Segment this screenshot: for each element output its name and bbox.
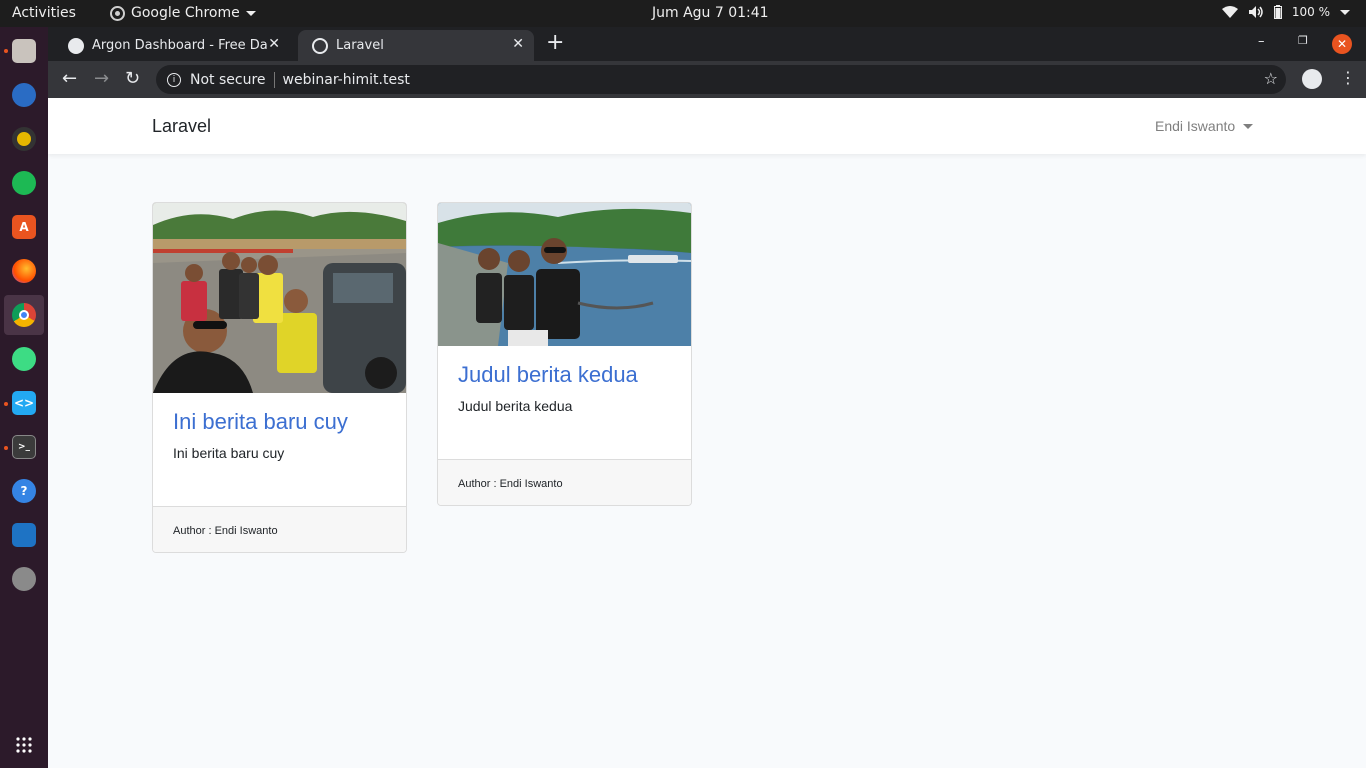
wifi-icon	[1221, 5, 1238, 18]
dock-files[interactable]	[4, 31, 44, 71]
user-dropdown[interactable]: Endi Iswanto	[1155, 118, 1254, 134]
vscode-icon: <>	[12, 391, 36, 415]
dock-rhythmbox[interactable]	[4, 119, 44, 159]
navbar-brand[interactable]: Laravel	[152, 116, 211, 137]
app-grid-icon	[16, 737, 32, 753]
card-title[interactable]: Judul berita kedua	[458, 362, 671, 388]
card-footer: Author : Endi Iswanto	[438, 459, 691, 505]
back-button[interactable]: ←	[62, 68, 77, 89]
info-icon[interactable]: i	[167, 72, 181, 87]
address-bar[interactable]: i Not secure webinar-himit.test ☆	[156, 65, 1286, 94]
news-image[interactable]	[438, 203, 691, 346]
clock[interactable]: Jum Agu 7 01:41	[652, 5, 769, 21]
app-menu[interactable]: Google Chrome	[110, 5, 256, 21]
card-author: Author : Endi Iswanto	[173, 524, 278, 537]
browser-toolbar: ← → ↻ i Not secure webinar-himit.test ☆ …	[48, 61, 1366, 98]
activities-button[interactable]: Activities	[12, 5, 76, 21]
tab-argon-dashboard[interactable]: Argon Dashboard - Free Dash ✕	[54, 30, 290, 61]
dock-firefox[interactable]	[4, 251, 44, 291]
window-close-button[interactable]: ✕	[1332, 34, 1352, 54]
dock-show-apps[interactable]	[4, 725, 44, 765]
security-label[interactable]: Not secure	[190, 72, 266, 88]
card-title[interactable]: Ini berita baru cuy	[173, 409, 386, 435]
spotify-icon	[12, 171, 36, 195]
chrome-icon	[110, 5, 125, 21]
url-text[interactable]: webinar-himit.test	[283, 72, 410, 88]
forward-button[interactable]: →	[94, 68, 109, 89]
card-footer: Author : Endi Iswanto	[153, 506, 406, 552]
dock-writer[interactable]	[4, 515, 44, 555]
site-navbar: Laravel Endi Iswanto	[48, 98, 1366, 154]
dock-vscode[interactable]: <>	[4, 383, 44, 423]
news-card: Judul berita kedua Judul berita kedua Au…	[437, 202, 692, 506]
volume-icon	[1248, 6, 1263, 18]
dock-android-studio[interactable]	[4, 339, 44, 379]
new-tab-button[interactable]: +	[546, 32, 564, 54]
close-icon[interactable]: ✕	[512, 36, 524, 52]
card-author: Author : Endi Iswanto	[458, 477, 563, 490]
help-icon: ?	[12, 479, 36, 503]
card-body: Ini berita baru cuy Ini berita baru cuy	[153, 393, 406, 506]
firefox-icon	[12, 259, 36, 283]
kebab-menu-icon[interactable]: ⋮	[1340, 68, 1356, 87]
group-photo-image	[153, 203, 406, 393]
chevron-down-icon	[1340, 9, 1350, 15]
dock-terminal[interactable]: >_	[4, 427, 44, 467]
chevron-down-icon	[245, 10, 256, 16]
dock: A <> >_ ?	[0, 27, 48, 768]
dock-thunderbird[interactable]	[4, 75, 44, 115]
browser-tab-strip: Argon Dashboard - Free Dash ✕ Laravel ✕ …	[48, 27, 1366, 61]
divider	[273, 71, 275, 88]
news-card: Ini berita baru cuy Ini berita baru cuy …	[152, 202, 407, 553]
chevron-down-icon	[1243, 123, 1254, 129]
dock-disc[interactable]	[4, 559, 44, 599]
disc-icon	[12, 567, 36, 591]
profile-icon[interactable]	[1302, 69, 1322, 89]
card-text: Judul berita kedua	[458, 398, 573, 414]
chrome-icon	[12, 303, 36, 327]
close-icon[interactable]: ✕	[268, 36, 280, 52]
tab-title: Argon Dashboard - Free Dash	[92, 38, 268, 53]
avatar-favicon-icon	[68, 37, 84, 54]
globe-icon	[312, 37, 328, 54]
tab-title: Laravel	[336, 38, 384, 53]
maximize-button[interactable]: ❐	[1298, 34, 1308, 47]
minimize-button[interactable]: –	[1258, 34, 1265, 49]
dock-spotify[interactable]	[4, 163, 44, 203]
card-body: Judul berita kedua Judul berita kedua	[438, 346, 691, 459]
system-menu[interactable]: 100 %	[1221, 5, 1350, 19]
user-name: Endi Iswanto	[1155, 118, 1236, 134]
terminal-icon: >_	[12, 435, 36, 459]
tab-laravel[interactable]: Laravel ✕	[298, 30, 534, 61]
android-studio-icon	[12, 347, 36, 371]
app-menu-label: Google Chrome	[131, 5, 240, 21]
dock-help[interactable]: ?	[4, 471, 44, 511]
battery-icon	[1273, 5, 1282, 19]
reload-button[interactable]: ↻	[125, 68, 140, 89]
card-text: Ini berita baru cuy	[173, 445, 285, 461]
software-center-icon: A	[12, 215, 36, 239]
dock-software[interactable]: A	[4, 207, 44, 247]
news-image[interactable]	[153, 203, 406, 393]
system-top-bar: Activities Google Chrome Jum Agu 7 01:41…	[0, 0, 1366, 27]
files-icon	[12, 39, 36, 63]
rhythmbox-icon	[12, 127, 36, 151]
writer-icon	[12, 523, 36, 547]
dock-chrome[interactable]	[4, 295, 44, 335]
battery-percent: 100 %	[1291, 5, 1330, 19]
thunderbird-icon	[12, 83, 36, 107]
lake-photo-image	[438, 203, 691, 346]
page-viewport: Laravel Endi Iswanto Ini berita baru cuy…	[48, 98, 1366, 768]
bookmark-star-icon[interactable]: ☆	[1264, 69, 1278, 88]
